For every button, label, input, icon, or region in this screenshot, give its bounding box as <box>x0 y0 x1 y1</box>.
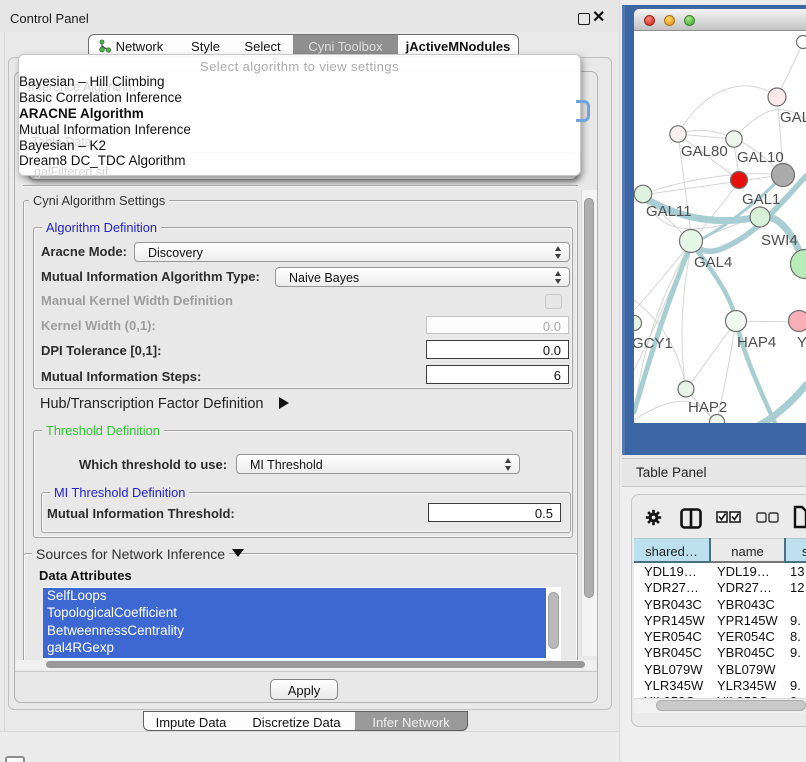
svg-text:GAL4: GAL4 <box>694 254 732 271</box>
svg-text:SWI4: SWI4 <box>761 232 798 249</box>
svg-text:HAP4: HAP4 <box>737 334 776 351</box>
svg-text:YM: YM <box>797 334 806 351</box>
svg-text:GAL11: GAL11 <box>646 203 692 220</box>
svg-text:HAP2: HAP2 <box>688 399 727 416</box>
svg-text:GAL80: GAL80 <box>681 143 728 160</box>
svg-text:GAL7: GAL7 <box>780 109 806 126</box>
svg-text:GAL10: GAL10 <box>737 149 784 166</box>
svg-text:GCY1: GCY1 <box>634 335 673 352</box>
svg-text:GAL1: GAL1 <box>742 191 780 208</box>
